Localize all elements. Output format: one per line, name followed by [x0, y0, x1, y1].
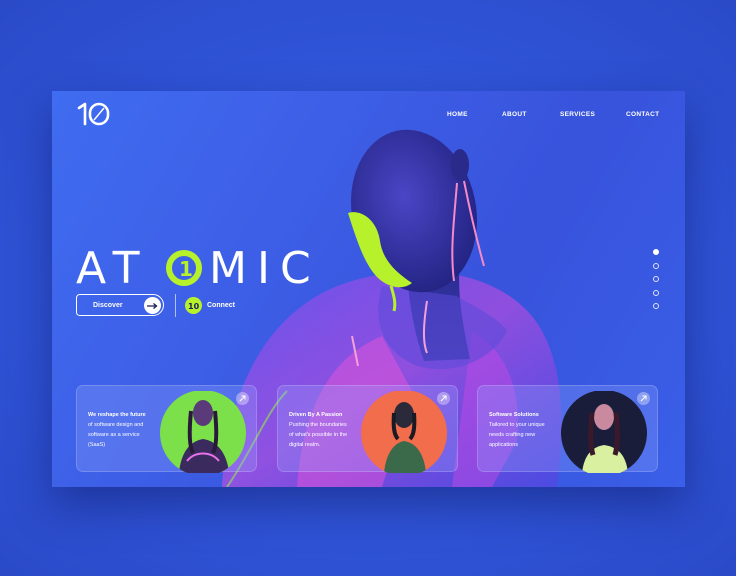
card-title: Software Solutions: [489, 412, 539, 418]
card-line: digital realm.: [289, 442, 321, 448]
hero-title-o-glyph: 1: [179, 257, 193, 281]
arrow-up-right-icon[interactable]: [637, 392, 650, 405]
card-line: (SaaS): [88, 442, 106, 448]
card-text: Software Solutions Tailored to your uniq…: [489, 410, 559, 450]
button-divider: [175, 294, 176, 317]
logo-icon[interactable]: [76, 101, 112, 127]
nav-services-link[interactable]: SERVICES: [560, 111, 595, 118]
connect-label: Connect: [207, 302, 235, 309]
card-portrait-image: [160, 391, 246, 473]
discover-button[interactable]: Discover: [76, 294, 164, 316]
nav-contact-link[interactable]: CONTACT: [626, 111, 659, 118]
card-portrait-image: [361, 391, 447, 473]
card-line: software as a service: [88, 432, 140, 438]
slider-dots: [653, 249, 661, 317]
hero-title-start: AT: [76, 243, 150, 289]
card-line: of what's possible in the: [289, 432, 348, 438]
slider-dot-5[interactable]: [653, 303, 659, 309]
feature-card-1[interactable]: We reshape the future of software design…: [76, 385, 257, 473]
card-text: We reshape the future of software design…: [88, 410, 158, 450]
discover-label: Discover: [93, 301, 123, 309]
hero-title: AT 1 MIC: [76, 241, 346, 294]
card-line: Pushing the boundaries: [289, 422, 347, 428]
card-line: Tailored to your unique: [489, 422, 545, 428]
svg-text:10: 10: [188, 302, 200, 310]
card-line: needs crafting new: [489, 432, 536, 438]
connect-button[interactable]: 10 Connect: [185, 297, 235, 314]
card-title: Driven By A Passion: [289, 412, 343, 418]
card-text: Driven By A Passion Pushing the boundari…: [289, 410, 359, 450]
slider-dot-2[interactable]: [653, 262, 659, 269]
card-line: of software design and: [88, 422, 144, 428]
feature-card-2[interactable]: Driven By A Passion Pushing the boundari…: [277, 385, 458, 473]
arrow-up-right-icon[interactable]: [437, 392, 450, 405]
feature-card-3[interactable]: Software Solutions Tailored to your uniq…: [477, 385, 658, 473]
card-title: We reshape the future: [88, 412, 146, 418]
arrow-up-right-icon[interactable]: [236, 392, 249, 405]
hero-frame: HOME ABOUT SERVICES CONTACT AT 1 MIC Dis…: [52, 91, 685, 487]
slider-dot-3[interactable]: [653, 276, 659, 282]
hero-title-end: MIC: [209, 243, 321, 289]
nav-about-link[interactable]: ABOUT: [502, 111, 527, 118]
connect-badge-icon: 10: [185, 297, 202, 314]
arrow-right-icon: [144, 297, 161, 314]
card-portrait-image: [561, 391, 647, 473]
slider-dot-1[interactable]: [653, 249, 659, 255]
card-line: applications: [489, 442, 519, 448]
nav-home-link[interactable]: HOME: [447, 111, 468, 118]
slider-dot-4[interactable]: [653, 289, 659, 296]
